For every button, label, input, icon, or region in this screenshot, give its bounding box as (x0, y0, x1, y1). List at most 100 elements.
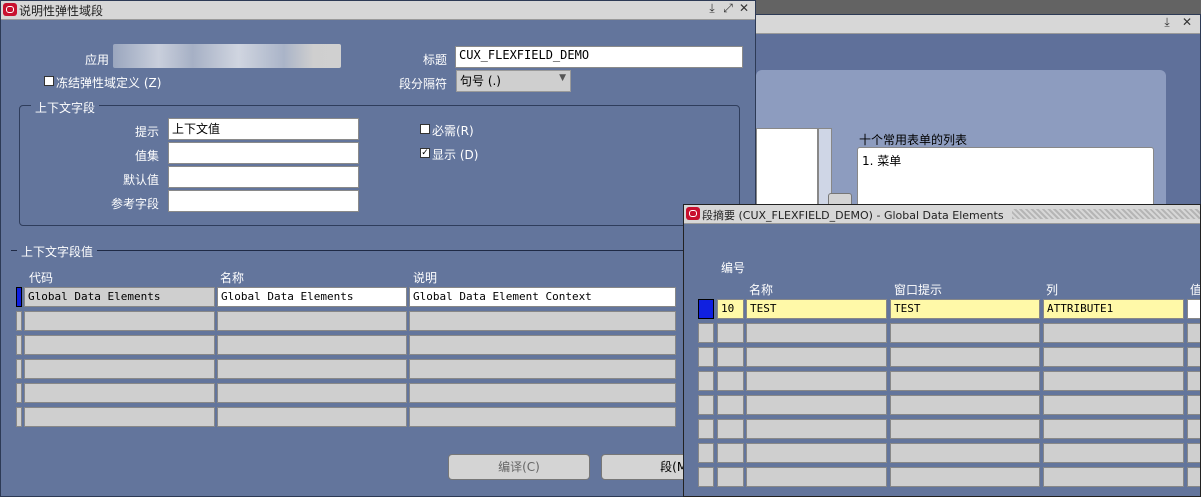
column-header-code: 代码 (29, 271, 54, 285)
table-cell-window-prompt[interactable] (890, 347, 1040, 367)
table-cell-number[interactable] (717, 419, 744, 439)
table-cell-description[interactable] (409, 335, 676, 355)
table-cell-column[interactable] (1043, 467, 1184, 487)
table-cell-name[interactable] (746, 371, 887, 391)
table-cell-value-set[interactable] (1187, 443, 1200, 463)
row-indicator[interactable] (698, 299, 714, 319)
segment-separator-select[interactable]: 句号 (.) ▼ (456, 70, 571, 92)
table-cell-window-prompt[interactable] (890, 443, 1040, 463)
table-cell-code[interactable] (24, 407, 215, 427)
table-cell-code[interactable] (24, 311, 215, 331)
table-cell-code[interactable] (24, 359, 215, 379)
table-cell-name[interactable] (217, 359, 407, 379)
table-cell-name[interactable] (217, 311, 407, 331)
reference-field[interactable] (168, 190, 359, 212)
table-cell-number[interactable] (717, 443, 744, 463)
context-values-divider (11, 250, 755, 251)
row-indicator[interactable] (698, 323, 714, 343)
compile-button[interactable]: 编译(C) (448, 454, 590, 480)
default-value-field[interactable] (168, 166, 359, 188)
table-cell-name[interactable] (746, 323, 887, 343)
table-cell-value-set[interactable] (1187, 347, 1200, 367)
table-cell-value-set[interactable] (1187, 419, 1200, 439)
prompt-field[interactable]: 上下文值 (168, 118, 359, 140)
table-cell-window-prompt[interactable] (890, 419, 1040, 439)
chevron-down-icon: ▼ (559, 73, 566, 83)
table-cell-window-prompt[interactable] (890, 323, 1040, 343)
table-cell-window-prompt[interactable]: TEST (890, 299, 1040, 319)
application-field-blurred[interactable] (113, 44, 341, 68)
column-header-name: 名称 (220, 271, 245, 285)
table-cell-value-set[interactable] (1187, 371, 1200, 391)
row-indicator[interactable] (16, 287, 22, 307)
table-cell-value-set[interactable] (1187, 323, 1200, 343)
table-cell-column[interactable] (1043, 419, 1184, 439)
row-indicator[interactable] (16, 311, 22, 331)
row-indicator[interactable] (698, 395, 714, 415)
table-cell-name[interactable] (217, 383, 407, 403)
displayed-checkbox[interactable]: ✓ (420, 148, 430, 158)
table-cell-column[interactable]: ATTRIBUTE1 (1043, 299, 1184, 319)
row-indicator[interactable] (698, 467, 714, 487)
table-cell-name[interactable] (746, 347, 887, 367)
value-set-field[interactable] (168, 142, 359, 164)
table-cell-number[interactable]: 10 (717, 299, 744, 319)
table-cell-window-prompt[interactable] (890, 467, 1040, 487)
table-cell-description[interactable] (409, 359, 676, 379)
table-cell-column[interactable] (1043, 371, 1184, 391)
table-cell-description[interactable] (409, 311, 676, 331)
row-indicator[interactable] (16, 383, 22, 403)
table-cell-column[interactable] (1043, 347, 1184, 367)
window-minimize-icon[interactable]: ⤓ (1160, 15, 1174, 30)
row-indicator[interactable] (16, 359, 22, 379)
row-indicator[interactable] (698, 443, 714, 463)
table-cell-number[interactable] (717, 395, 744, 415)
window-close-icon[interactable]: ✕ (1180, 15, 1194, 29)
window-close-icon[interactable]: ✕ (737, 1, 751, 15)
row-indicator[interactable] (698, 419, 714, 439)
table-cell-description[interactable] (409, 407, 676, 427)
table-cell-number[interactable] (717, 467, 744, 487)
table-cell-name[interactable] (217, 407, 407, 427)
freeze-definition-checkbox[interactable] (44, 76, 54, 86)
table-cell-code[interactable] (24, 335, 215, 355)
column-header-value-set: 值 (1190, 283, 1201, 297)
table-cell-window-prompt[interactable] (890, 395, 1040, 415)
table-cell-name[interactable] (746, 467, 887, 487)
table-cell-window-prompt[interactable] (890, 371, 1040, 391)
title-field[interactable]: CUX_FLEXFIELD_DEMO (455, 46, 743, 68)
application-label: 应用 (84, 53, 109, 67)
table-cell-number[interactable] (717, 323, 744, 343)
row-indicator[interactable] (698, 347, 714, 367)
required-checkbox[interactable] (420, 124, 430, 134)
table-cell-name[interactable] (746, 419, 887, 439)
table-cell-code[interactable] (24, 383, 215, 403)
table-cell-name[interactable] (217, 335, 407, 355)
table-cell-description[interactable]: Global Data Element Context (409, 287, 676, 307)
required-label: 必需(R) (432, 124, 474, 138)
table-cell-name[interactable]: Global Data Elements (217, 287, 407, 307)
row-indicator[interactable] (698, 371, 714, 391)
table-cell-number[interactable] (717, 347, 744, 367)
row-indicator[interactable] (16, 407, 22, 427)
freeze-definition-label: 冻结弹性域定义 (Z) (56, 76, 162, 90)
table-cell-column[interactable] (1043, 323, 1184, 343)
table-cell-number[interactable] (717, 371, 744, 391)
table-cell-name[interactable] (746, 395, 887, 415)
window-maximize-icon[interactable]: ⤢ (721, 1, 735, 16)
table-cell-description[interactable] (409, 383, 676, 403)
reference-field-label: 参考字段 (110, 197, 159, 211)
table-cell-column[interactable] (1043, 395, 1184, 415)
table-cell-name[interactable] (746, 443, 887, 463)
table-cell-value-set[interactable] (1187, 299, 1200, 319)
table-cell-code[interactable]: Global Data Elements (24, 287, 215, 307)
context-values-heading: 上下文字段值 (17, 243, 98, 260)
table-cell-column[interactable] (1043, 443, 1184, 463)
background-menu-list-item[interactable]: 1. 菜单 (862, 152, 901, 169)
table-cell-value-set[interactable] (1187, 467, 1200, 487)
table-cell-value-set[interactable] (1187, 395, 1200, 415)
background-window-titlebar: ⤓ ✕ (756, 15, 1200, 34)
window-minimize-icon[interactable]: ⤓ (705, 1, 719, 16)
table-cell-name[interactable]: TEST (746, 299, 887, 319)
row-indicator[interactable] (16, 335, 22, 355)
